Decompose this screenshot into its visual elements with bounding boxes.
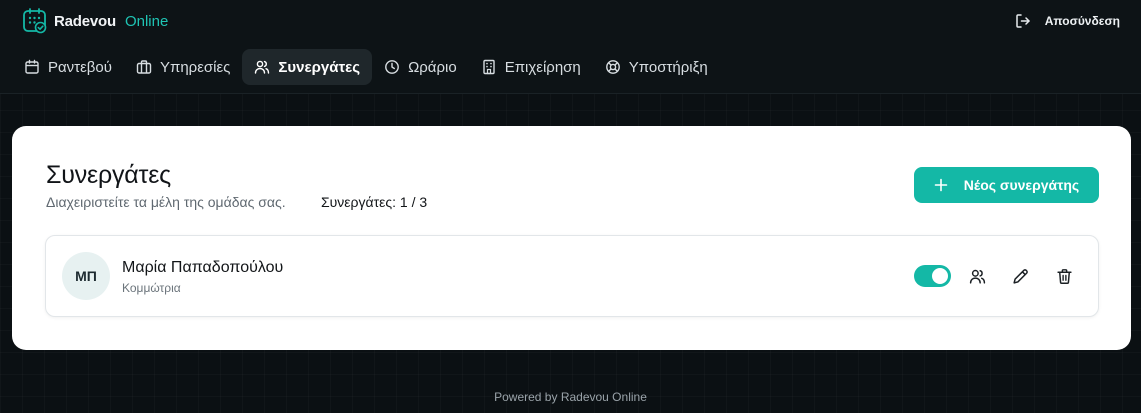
- users-icon: [255, 60, 270, 74]
- nav-item-label: Υπηρεσίες: [159, 58, 231, 76]
- building-icon: [483, 59, 495, 75]
- brand[interactable]: Radevou Online: [22, 8, 168, 34]
- logout-button[interactable]: Αποσύνδεση: [1015, 10, 1120, 32]
- nav-item-schedule[interactable]: Ωράριο: [372, 49, 469, 85]
- calendar-check-logo-icon: [23, 8, 47, 34]
- calendar-icon: [25, 59, 39, 74]
- pencil-icon: [1012, 268, 1028, 284]
- nav-item-label: Υποστήριξη: [628, 58, 708, 76]
- nav-item-partners[interactable]: Συνεργάτες: [242, 49, 373, 85]
- lifebuoy-icon: [605, 60, 620, 74]
- nav-item-label: Ραντεβού: [48, 58, 112, 76]
- trash-icon: [1056, 268, 1072, 284]
- nav-item-label: Ωράριο: [408, 58, 457, 76]
- nav-item-business[interactable]: Επιχείρηση: [469, 49, 593, 85]
- nav-item-label: Συνεργάτες: [278, 58, 361, 76]
- new-partner-label: Νέος συνεργάτης: [963, 177, 1080, 193]
- briefcase-icon: [136, 60, 152, 74]
- member-users-button[interactable]: [966, 265, 988, 287]
- brand-name: Radevou: [54, 12, 116, 30]
- brand-suffix: Online: [124, 12, 169, 30]
- nav-item-label: Επιχείρηση: [504, 58, 581, 76]
- toggle-knob: [932, 268, 948, 284]
- clock-icon: [385, 60, 399, 74]
- member-name: Μαρία Παπαδοπούλου: [122, 259, 284, 276]
- edit-member-button[interactable]: [1009, 265, 1031, 287]
- top-bar: Radevou Online Αποσύνδεση Ραντεβού Υπηρε…: [0, 0, 1141, 94]
- nav-item-support[interactable]: Υποστήριξη: [593, 49, 720, 85]
- main-nav: Ραντεβού Υπηρεσίες Συνεργάτες Ωράριο Επι…: [12, 49, 720, 85]
- plus-icon: [934, 178, 948, 192]
- nav-item-services[interactable]: Υπηρεσίες: [124, 49, 242, 85]
- nav-item-appointments[interactable]: Ραντεβού: [12, 49, 124, 85]
- logout-icon: [1016, 14, 1030, 28]
- avatar: ΜΠ: [62, 252, 110, 300]
- users-icon: [969, 269, 985, 284]
- page-title: Συνεργάτες: [46, 161, 172, 189]
- member-role: Κομμώτρια: [122, 281, 181, 295]
- new-partner-button[interactable]: Νέος συνεργάτης: [914, 167, 1099, 203]
- partners-card: Συνεργάτες Διαχειριστείτε τα μέλη της ομ…: [12, 126, 1131, 350]
- member-active-toggle[interactable]: [914, 265, 951, 287]
- logout-label: Αποσύνδεση: [1044, 14, 1120, 28]
- footer-text: Powered by Radevou Online: [494, 390, 647, 404]
- page-subtitle: Διαχειριστείτε τα μέλη της ομάδας σας.: [46, 194, 286, 210]
- partners-count: Συνεργάτες: 1 / 3: [321, 194, 428, 210]
- member-row: ΜΠ Μαρία Παπαδοπούλου Κομμώτρια: [45, 235, 1099, 317]
- delete-member-button[interactable]: [1053, 265, 1075, 287]
